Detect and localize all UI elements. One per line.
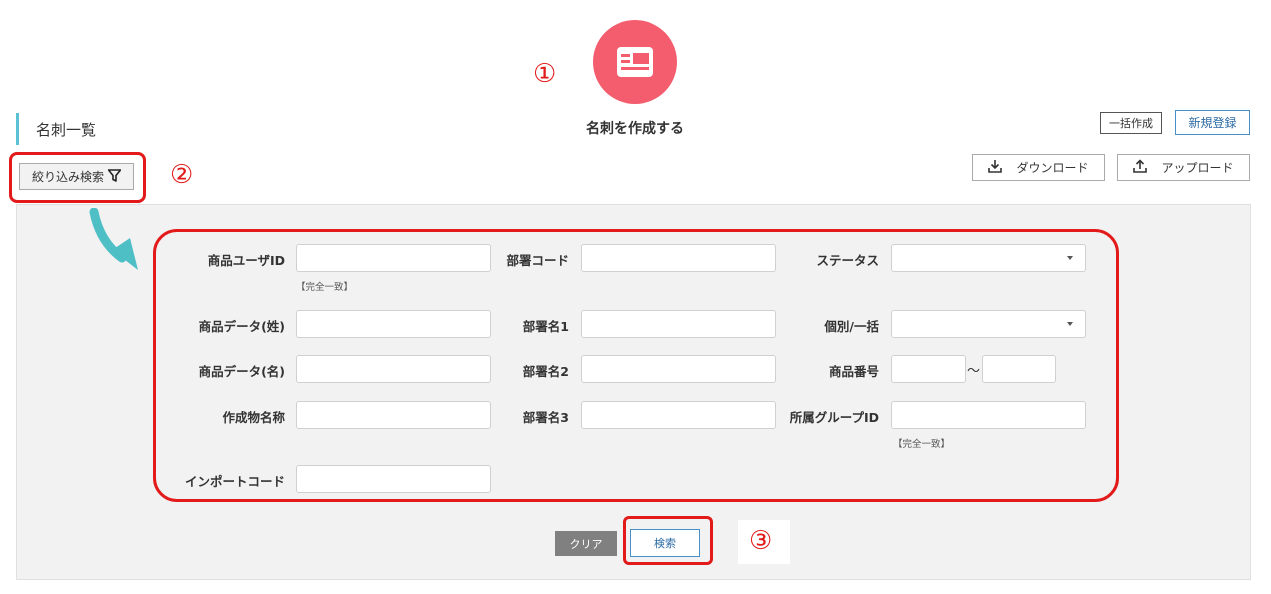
- dept-name3-label: 部署名3: [522, 410, 569, 425]
- chevron-down-icon: [1067, 322, 1073, 326]
- title-accent-bar: [16, 113, 19, 145]
- download-button[interactable]: ダウンロード: [972, 154, 1105, 181]
- download-icon: [988, 159, 1003, 176]
- first-name-label: 商品データ(名): [198, 364, 285, 379]
- step-3-marker: ③: [749, 526, 773, 556]
- status-label: ステータス: [816, 253, 879, 268]
- individual-bulk-select[interactable]: [891, 310, 1086, 338]
- product-number-label: 商品番号: [828, 364, 879, 379]
- dept-name1-label: 部署名1: [522, 319, 569, 334]
- product-user-id-label: 商品ユーザID: [207, 253, 285, 268]
- import-code-input[interactable]: [296, 465, 491, 493]
- clear-button[interactable]: クリア: [555, 531, 617, 556]
- page-title: 名刺一覧: [36, 121, 97, 139]
- individual-bulk-label: 個別/一括: [824, 319, 879, 334]
- filter-icon: [107, 168, 122, 185]
- import-code-label: インポートコード: [184, 474, 285, 489]
- item-name-label: 作成物名称: [222, 410, 285, 425]
- step-2-marker: ②: [170, 160, 194, 190]
- upload-button[interactable]: アップロード: [1117, 154, 1250, 181]
- exact-match-note: 【完全一致】: [893, 439, 951, 450]
- range-separator: ～: [967, 364, 981, 379]
- exact-match-note: 【完全一致】: [296, 282, 354, 293]
- filter-toggle-label: 絞り込み検索: [31, 170, 104, 184]
- chevron-down-icon: [1067, 256, 1073, 260]
- search-button[interactable]: 検索: [630, 529, 700, 557]
- group-id-input[interactable]: [891, 401, 1086, 429]
- bulk-create-button[interactable]: 一括作成: [1100, 112, 1162, 134]
- filter-toggle-button[interactable]: 絞り込み検索: [19, 163, 134, 190]
- download-label: ダウンロード: [1016, 161, 1089, 175]
- id-card-icon: [617, 47, 653, 81]
- step-1-marker: ①: [533, 59, 557, 89]
- group-id-label: 所属グループID: [789, 410, 879, 425]
- product-number-to-input[interactable]: [982, 355, 1056, 383]
- create-card-label[interactable]: 名刺を作成する: [535, 118, 735, 138]
- product-number-from-input[interactable]: [891, 355, 966, 383]
- last-name-label: 商品データ(姓): [198, 319, 285, 334]
- dept-name2-label: 部署名2: [522, 364, 569, 379]
- upload-icon: [1133, 159, 1148, 176]
- status-select[interactable]: [891, 244, 1086, 272]
- new-register-button[interactable]: 新規登録: [1175, 110, 1250, 135]
- dept-code-label: 部署コード: [506, 253, 569, 268]
- upload-label: アップロード: [1161, 161, 1234, 175]
